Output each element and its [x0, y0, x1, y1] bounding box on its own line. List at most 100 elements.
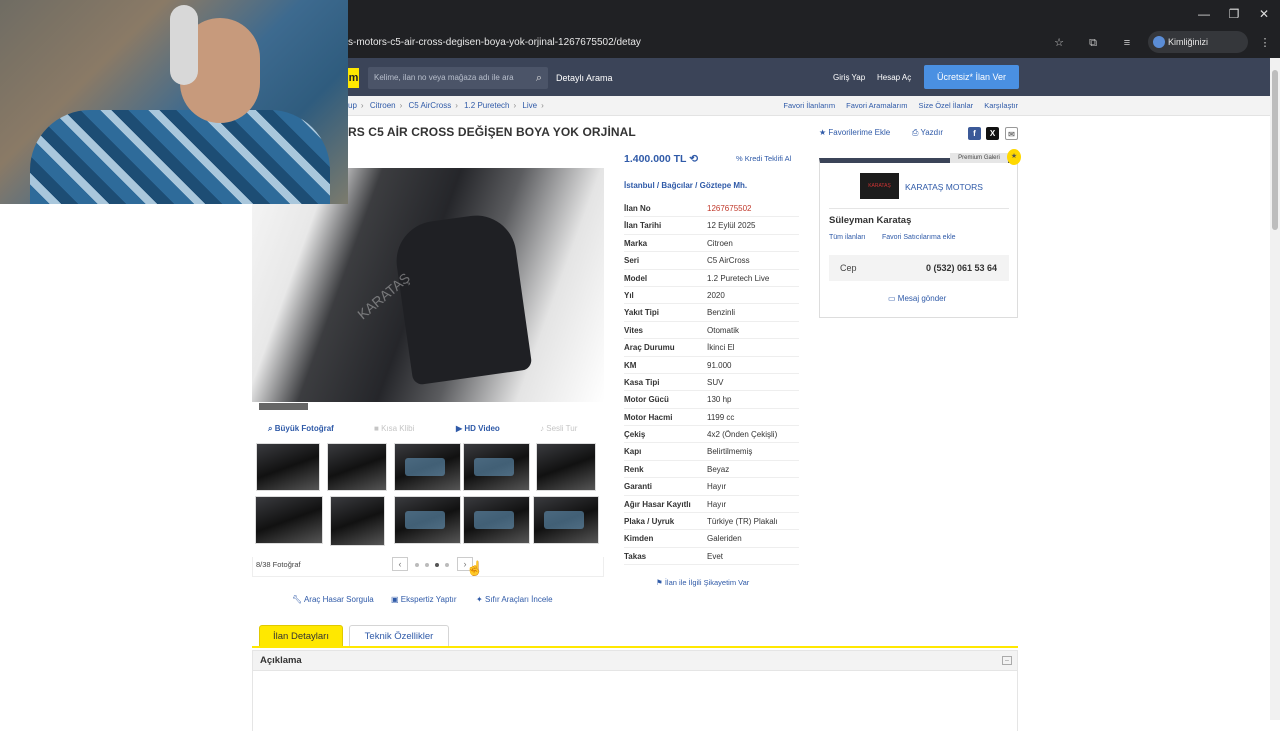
- print-button[interactable]: ⎙ Yazdır: [912, 128, 943, 138]
- pager-dot[interactable]: [445, 563, 449, 567]
- prev-photos-button[interactable]: ‹: [392, 557, 408, 571]
- favorite-ads-link[interactable]: Favori İlanlarım: [783, 101, 835, 110]
- post-ad-button[interactable]: Ücretsiz* İlan Ver: [924, 65, 1019, 89]
- thumbnail[interactable]: [463, 496, 530, 544]
- address-bar: s-motors-c5-air-cross-degisen-boya-yok-o…: [348, 30, 1280, 69]
- login-link[interactable]: Giriş Yap: [833, 67, 865, 89]
- pager-dot[interactable]: [425, 563, 429, 567]
- location-district[interactable]: Bağcılar: [661, 181, 693, 190]
- identity-button[interactable]: Kimliğinizi doğrulayın: [1148, 31, 1248, 69]
- site-logo[interactable]: m: [348, 68, 359, 88]
- spec-row: Ağır Hasar Kayıtlı Hayır: [624, 496, 799, 514]
- pager-dot[interactable]: [415, 563, 419, 567]
- spec-row: Kapı Belirtilmemiş: [624, 443, 799, 461]
- breadcrumb-item[interactable]: 1.2 Puretech: [464, 101, 509, 110]
- spec-key: KM: [624, 360, 637, 370]
- credit-offer-link[interactable]: % Kredi Teklifi Al: [736, 154, 791, 163]
- description-header: Açıklama –: [252, 650, 1018, 671]
- favorite-label: Favorilerime Ekle: [828, 128, 891, 137]
- history-icon[interactable]: ⟲: [689, 153, 698, 165]
- phone-box: Cep 0 (532) 061 53 64: [829, 255, 1009, 281]
- media-icon[interactable]: ≡: [1118, 34, 1136, 52]
- search-input[interactable]: Kelime, ilan no veya mağaza adı ile ara ⌕: [368, 67, 548, 89]
- short-clip-button[interactable]: ■ Kısa Klibi: [374, 424, 414, 433]
- tab-technical[interactable]: Teknik Özellikler: [349, 625, 449, 647]
- scrollbar-thumb[interactable]: [1272, 70, 1278, 230]
- spec-row: Araç Durumu İkinci El: [624, 339, 799, 357]
- spec-key: Vites: [624, 325, 643, 335]
- thumbnail[interactable]: [536, 443, 596, 491]
- avatar: [1153, 36, 1165, 48]
- breadcrumb-item[interactable]: Live: [522, 101, 537, 110]
- damage-query-link[interactable]: 🔧︎ Araç Hasar Sorgula: [292, 595, 374, 604]
- spec-key: Motor Hacmi: [624, 412, 673, 422]
- url-field[interactable]: s-motors-c5-air-cross-degisen-boya-yok-o…: [348, 32, 1088, 54]
- register-link[interactable]: Hesap Aç: [877, 67, 911, 89]
- special-ads-link[interactable]: Size Özel İlanlar: [919, 101, 974, 110]
- expertise-link[interactable]: ▣ Ekspertiz Yaptır: [391, 595, 457, 604]
- sound-tour-button[interactable]: ♪ Sesli Tur: [540, 424, 577, 433]
- thumbnail[interactable]: [533, 496, 599, 544]
- spec-key: Garanti: [624, 482, 653, 492]
- pager-dot-active[interactable]: [435, 563, 439, 567]
- favorite-button[interactable]: ★ Favorilerime Ekle: [819, 128, 890, 137]
- spec-row: Garanti Hayır: [624, 478, 799, 496]
- close-window-button[interactable]: ✕: [1254, 6, 1274, 22]
- facebook-icon[interactable]: f: [968, 127, 981, 140]
- spec-value: Otomatik: [707, 325, 740, 335]
- new-cars-link[interactable]: ✦ Sıfır Araçları İncele: [476, 595, 553, 604]
- complaint-link[interactable]: ⚑ İlan ile İlgili Şikayetim Var: [656, 578, 749, 587]
- spec-value: Evet: [707, 551, 724, 561]
- spec-key: Kimden: [624, 534, 654, 544]
- print-label: Yazdır: [920, 128, 944, 137]
- all-ads-link[interactable]: Tüm ilanları: [829, 234, 866, 241]
- spec-row: Seri C5 AirCross: [624, 252, 799, 270]
- spec-row: Kimden Galeriden: [624, 530, 799, 548]
- phone-number[interactable]: 0 (532) 061 53 64: [926, 255, 997, 281]
- maximize-button[interactable]: ❐: [1224, 6, 1244, 22]
- thumbnail[interactable]: [255, 496, 323, 544]
- thumbnail[interactable]: [394, 496, 461, 544]
- send-message-label: Mesaj gönder: [897, 294, 947, 303]
- breadcrumb-item[interactable]: C5 AirCross: [409, 101, 452, 110]
- tab-ad-details[interactable]: İlan Detayları: [259, 625, 343, 647]
- detailed-search-link[interactable]: Detaylı Arama: [556, 67, 613, 89]
- menu-icon[interactable]: ⋮: [1256, 34, 1274, 52]
- spec-key: Çekiş: [624, 430, 646, 440]
- location: İstanbul / Bağcılar / Göztepe Mh.: [624, 181, 748, 190]
- thumbnail[interactable]: [394, 443, 461, 491]
- breadcrumb-item[interactable]: up: [348, 101, 357, 110]
- store-logo[interactable]: KARATAŞ: [860, 173, 899, 199]
- complaint-label: İlan ile İlgili Şikayetim Var: [664, 578, 750, 587]
- spec-row: Renk Beyaz: [624, 461, 799, 479]
- thumbnail[interactable]: [327, 443, 387, 491]
- bookmark-star-icon[interactable]: ☆: [1050, 34, 1068, 52]
- thumbnail[interactable]: [256, 443, 320, 491]
- send-message-button[interactable]: ▭ Mesaj gönder: [888, 294, 946, 303]
- x-icon[interactable]: X: [986, 127, 999, 140]
- search-icon[interactable]: ⌕: [536, 67, 542, 89]
- breadcrumb-item[interactable]: Citroen: [370, 101, 396, 110]
- favorite-searches-link[interactable]: Favori Aramalarım: [846, 101, 907, 110]
- tab-underline: [252, 646, 1018, 648]
- premium-icon: ★: [1007, 149, 1021, 165]
- store-name[interactable]: KARATAŞ MOTORS: [905, 182, 983, 192]
- hd-video-button[interactable]: ▶ HD Video: [456, 424, 500, 433]
- minimize-button[interactable]: —: [1194, 6, 1214, 22]
- compare-link[interactable]: Karşılaştır: [984, 101, 1018, 110]
- extensions-icon[interactable]: ⧉: [1084, 34, 1102, 52]
- spec-value: Galeriden: [707, 534, 742, 544]
- fav-seller-link[interactable]: Favori Satıcılarıma ekle: [882, 234, 956, 241]
- collapse-icon[interactable]: –: [1002, 656, 1012, 665]
- mouse-cursor: ☝: [466, 560, 484, 576]
- thumbnail[interactable]: [463, 443, 530, 491]
- thumbnail[interactable]: [330, 496, 385, 546]
- spec-value: 1267675502: [707, 204, 752, 213]
- spec-row: İlan Tarihi 12 Eylül 2025: [624, 217, 799, 235]
- search-placeholder: Kelime, ilan no veya mağaza adı ile ara: [374, 73, 514, 82]
- location-city[interactable]: İstanbul: [624, 181, 655, 190]
- mail-icon[interactable]: ✉: [1005, 127, 1018, 140]
- location-neighborhood[interactable]: Göztepe Mh.: [700, 181, 748, 190]
- big-photo-button[interactable]: ⌕ Büyük Fotoğraf: [268, 424, 334, 434]
- page-scrollbar[interactable]: [1270, 58, 1280, 720]
